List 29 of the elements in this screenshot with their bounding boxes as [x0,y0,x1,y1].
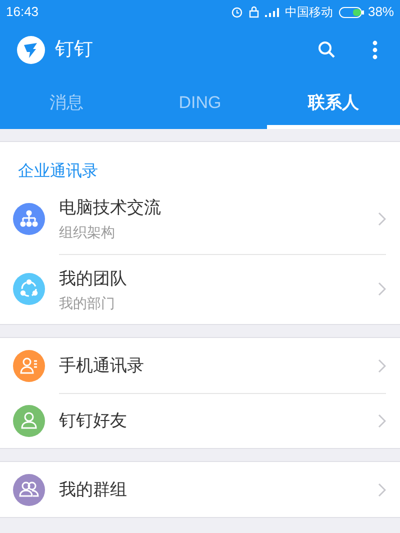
item-subtitle: 我的部门 [59,294,115,312]
battery-percent: 38% [368,3,394,22]
item-subtitle: 组织架构 [59,223,115,242]
contact-list-item[interactable]: 我的团队 我的部门 [0,254,400,324]
chevron-right-icon [378,482,386,496]
contact-list-item[interactable]: 电脑技术交流 组织架构 [0,184,400,254]
clock-text: 16:43 [6,3,39,22]
contact-list-item[interactable]: 手机通讯录 [0,338,400,393]
item-title: 电脑技术交流 [59,197,161,219]
carrier-text: 中国移动 [284,4,333,21]
alarm-icon [230,6,243,18]
section-heading: 企业通讯录 [17,162,99,182]
chevron-right-icon [378,414,386,428]
item-title: 钉钉好友 [59,410,127,432]
lock-icon [248,6,259,18]
more-vertical-icon [372,40,378,60]
battery-icon [338,6,365,18]
chevron-right-icon [378,282,386,296]
item-title: 我的群组 [59,478,127,500]
search-icon [317,40,337,60]
contact-list-item[interactable]: 钉钉好友 [0,393,400,448]
app-title: 钉钉 [55,38,93,62]
chevron-right-icon [378,358,386,372]
contact-list-item[interactable]: 我的群组 [0,462,400,517]
item-title: 手机通讯录 [59,354,144,376]
signal-icon [264,7,281,17]
item-title: 我的团队 [59,268,127,290]
app-logo-icon [17,36,45,64]
chevron-right-icon [378,212,386,226]
